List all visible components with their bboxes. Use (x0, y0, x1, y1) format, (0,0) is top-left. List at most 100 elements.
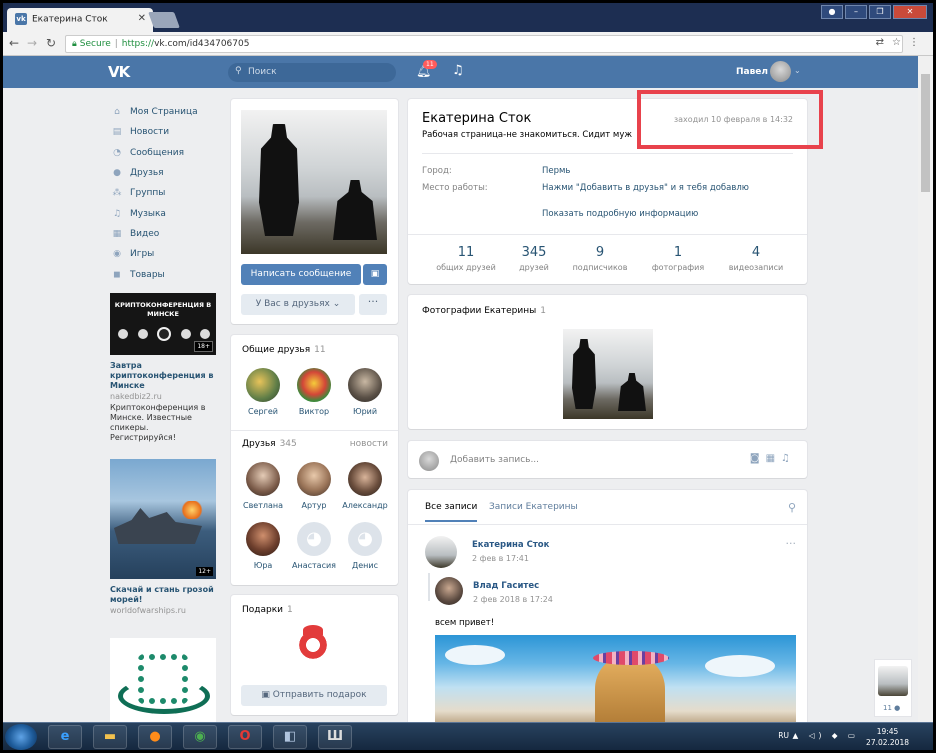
post-date[interactable]: 2 фев в 17:41 (472, 554, 529, 563)
counter-videos[interactable]: 4 видеозаписи (716, 245, 796, 272)
repost-author[interactable]: Влад Гаситес (473, 581, 539, 591)
ad-image[interactable]: 12+ (110, 459, 216, 579)
write-message-button[interactable]: Написать сообщение (241, 264, 361, 285)
user-name[interactable]: Павел (736, 67, 768, 77)
post-author-avatar[interactable] (425, 536, 457, 568)
music-player-icon[interactable]: ♫ (452, 63, 464, 78)
search-icon[interactable]: ⚲ (788, 501, 796, 514)
friend-item[interactable]: ◕ Денис (342, 522, 388, 570)
post-image[interactable] (435, 635, 796, 722)
friend-item[interactable]: Артур (291, 462, 337, 510)
friend-item[interactable]: Юра (240, 522, 286, 570)
friend-item[interactable]: Юрий (342, 368, 388, 416)
sidebar-item-my-page[interactable]: ⌂ Моя Страница (110, 102, 220, 122)
vk-logo[interactable]: VK (108, 63, 130, 81)
back-icon[interactable]: ← (9, 36, 19, 50)
show-more-info-link[interactable]: Показать подробную информацию (542, 209, 698, 219)
close-icon[interactable]: ✕ (893, 5, 927, 19)
sidebar-item-label: Игры (130, 249, 155, 260)
sidebar-item-label: Видео (130, 228, 160, 239)
photo-thumbnail[interactable] (563, 329, 653, 419)
friend-item[interactable]: Виктор (291, 368, 337, 416)
scrollbar-thumb[interactable] (921, 74, 930, 192)
ad-title[interactable]: Завтра криптоконференция в Минске (110, 361, 216, 391)
gift-image[interactable] (289, 625, 337, 665)
url-field[interactable]: 🔒︎ Secure | https://vk.com/id434706705 (65, 35, 903, 53)
ad-warships[interactable]: 12+ Скачай и стань грозой морей! worldof… (110, 459, 216, 616)
photos-header[interactable]: Фотографии Екатерины 1 (422, 306, 546, 316)
translate-star-menu-icons[interactable]: ⇄☆⋮ (876, 37, 927, 48)
ad-logo-banner[interactable] (110, 638, 216, 722)
sidebar-item-news[interactable]: ▤ Новости (110, 122, 220, 142)
ie-icon[interactable]: e (48, 725, 82, 749)
mutual-friends-header[interactable]: Общие друзья 11 (242, 345, 326, 355)
user-avatar[interactable] (770, 61, 791, 82)
friend-name: Александр (342, 501, 388, 510)
counter-followers[interactable]: 9 подписчиков (560, 245, 640, 272)
sidebar-item-messages[interactable]: ◔ Сообщения (110, 143, 220, 163)
tray-icons[interactable]: ▲ ◁) ◆ ▭ (793, 731, 859, 740)
page-scrollbar[interactable] (918, 56, 933, 722)
sidebar-item-games[interactable]: ◉ Игры (110, 244, 220, 264)
post-menu-icon[interactable]: ··· (786, 537, 797, 550)
user-icon[interactable]: ● (821, 5, 843, 19)
more-actions-button[interactable]: ··· (359, 294, 387, 315)
info-value-city[interactable]: Пермь (542, 166, 570, 176)
counter-number: 4 (751, 245, 761, 260)
sidebar-item-label: Музыка (130, 208, 166, 219)
friend-item[interactable]: ◕ Анастасия (291, 522, 337, 570)
opera-icon[interactable]: O (228, 725, 262, 749)
friend-item[interactable]: Светлана (240, 462, 286, 510)
reload-icon[interactable]: ↻ (46, 36, 56, 50)
clock[interactable]: 19:45 27.02.2018 (866, 726, 909, 748)
friends-news-link[interactable]: новости (350, 439, 388, 449)
page-content: ⌂ Моя Страница ▤ Новости ◔ Сообщения ● Друзь… (3, 88, 918, 722)
attach-photo-video-music-icons[interactable]: ◙▦♫ (750, 453, 796, 464)
folder-icon[interactable]: ▬ (93, 725, 127, 749)
tanks-game-icon[interactable]: Ш (318, 725, 352, 749)
new-tab-button[interactable] (148, 12, 180, 28)
tab-close-icon[interactable]: ✕ (138, 13, 146, 24)
start-button[interactable] (5, 724, 37, 750)
search-input[interactable]: ⚲ Поиск (228, 63, 396, 82)
sidebar-item-video[interactable]: ▦ Видео (110, 224, 220, 244)
ad-title[interactable]: Скачай и стань грозой морей! (110, 585, 216, 605)
post-author[interactable]: Екатерина Сток (472, 540, 549, 550)
man-silhouette (259, 124, 299, 236)
profile-photo[interactable] (241, 110, 387, 254)
repost-author-avatar[interactable] (435, 577, 463, 605)
tab-all-posts[interactable]: Все записи (425, 502, 478, 522)
sidebar-item-friends[interactable]: ● Друзья (110, 163, 220, 183)
chrome-icon[interactable]: ◉ (183, 725, 217, 749)
chat-widget[interactable]: 11 ● (874, 659, 912, 717)
sidebar-item-music[interactable]: ♫ Музыка (110, 203, 220, 223)
new-post-box[interactable]: Добавить запись... ◙▦♫ (408, 441, 807, 478)
gift-icon[interactable]: ▣ (363, 264, 387, 285)
counter-photos[interactable]: 1 фотография (638, 245, 718, 272)
chat-count: 11 ● (883, 704, 900, 712)
ad-crypto[interactable]: КРИПТОКОНФЕРЕНЦИЯ В МИНСКЕ 18+ Завтра кр… (110, 293, 216, 443)
send-gift-button[interactable]: ▣ Отправить подарок (241, 685, 387, 706)
new-post-placeholder[interactable]: Добавить запись... (450, 455, 539, 465)
forward-icon[interactable]: → (27, 36, 37, 50)
friend-item[interactable]: Александр (342, 462, 388, 510)
repost-date[interactable]: 2 фев 2018 в 17:24 (473, 595, 553, 604)
chevron-down-icon[interactable]: ⌄ (794, 66, 801, 75)
minimize-icon[interactable]: – (845, 5, 867, 19)
friend-item[interactable]: Сергей (240, 368, 286, 416)
ad-image[interactable]: КРИПТОКОНФЕРЕНЦИЯ В МИНСКЕ 18+ (110, 293, 216, 355)
info-value-work[interactable]: Нажми "Добавить в друзья" и я тебя добав… (542, 183, 749, 193)
sidebar-item-goods[interactable]: ◼ Товары (110, 264, 220, 284)
in-friends-dropdown[interactable]: У Вас в друзьях ⌄ (241, 294, 355, 315)
browser-tab[interactable]: vk Екатерина Сток ✕ (7, 8, 153, 32)
gifts-header[interactable]: Подарки 1 (242, 605, 293, 615)
sidebar-item-groups[interactable]: ⁂ Группы (110, 183, 220, 203)
language-indicator[interactable]: RU (778, 731, 789, 740)
window-app-icon[interactable]: ◧ (273, 725, 307, 749)
maximize-icon[interactable]: ❐ (869, 5, 891, 19)
tab-owner-posts[interactable]: Записи Екатерины (489, 502, 578, 512)
firefox-icon[interactable]: ● (138, 725, 172, 749)
groups-icon: ⁂ (112, 188, 122, 199)
profile-avatar-card: Написать сообщение ▣ У Вас в друзьях ⌄ ·… (231, 99, 398, 324)
friends-header[interactable]: Друзья 345 (242, 439, 297, 449)
